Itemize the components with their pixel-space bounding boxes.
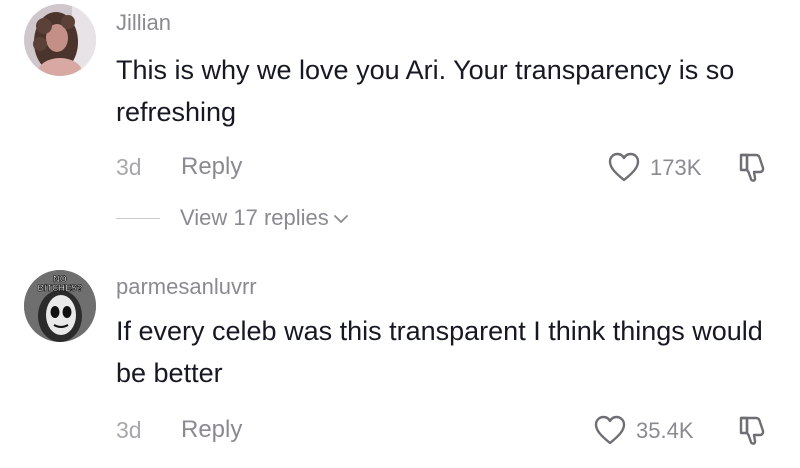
- thumbs-down-icon[interactable]: [735, 149, 771, 185]
- like-count: 35.4K: [636, 418, 694, 443]
- comment-text: This is why we love you Ari. Your transp…: [116, 55, 735, 127]
- heart-icon[interactable]: [606, 149, 642, 185]
- avatar[interactable]: NO BITCHES?: [24, 270, 96, 342]
- comment-actions: 3d Reply 35.4K: [0, 410, 800, 450]
- comment-text: If every celeb was this transparent I th…: [116, 316, 763, 388]
- divider: [116, 218, 160, 219]
- comment-item: NO BITCHES? parmesanluvrr If every celeb…: [0, 258, 800, 468]
- chevron-down-icon: [333, 215, 348, 224]
- reply-button[interactable]: Reply: [181, 153, 242, 181]
- comment-actions: 3d Reply 173K: [0, 147, 800, 187]
- svg-text:BITCHES?: BITCHES?: [38, 283, 83, 293]
- heart-icon[interactable]: [592, 412, 628, 448]
- comment-timestamp: 3d: [116, 154, 142, 180]
- view-replies-row: View 17 replies: [0, 200, 800, 236]
- meme-avatar-icon: NO BITCHES?: [24, 270, 96, 342]
- view-replies-button[interactable]: View 17 replies: [180, 205, 349, 231]
- comment-username[interactable]: parmesanluvrr: [116, 274, 257, 300]
- view-replies-label: View 17 replies: [180, 205, 329, 230]
- comment-item: Jillian This is why we love you Ari. You…: [0, 0, 800, 250]
- thumbs-down-icon[interactable]: [735, 412, 771, 448]
- comment-username[interactable]: Jillian: [116, 10, 171, 36]
- reply-button[interactable]: Reply: [181, 416, 242, 444]
- user-photo-avatar-icon: [24, 4, 96, 76]
- comment-timestamp: 3d: [116, 417, 142, 443]
- avatar[interactable]: [24, 4, 96, 76]
- like-count: 173K: [650, 155, 702, 180]
